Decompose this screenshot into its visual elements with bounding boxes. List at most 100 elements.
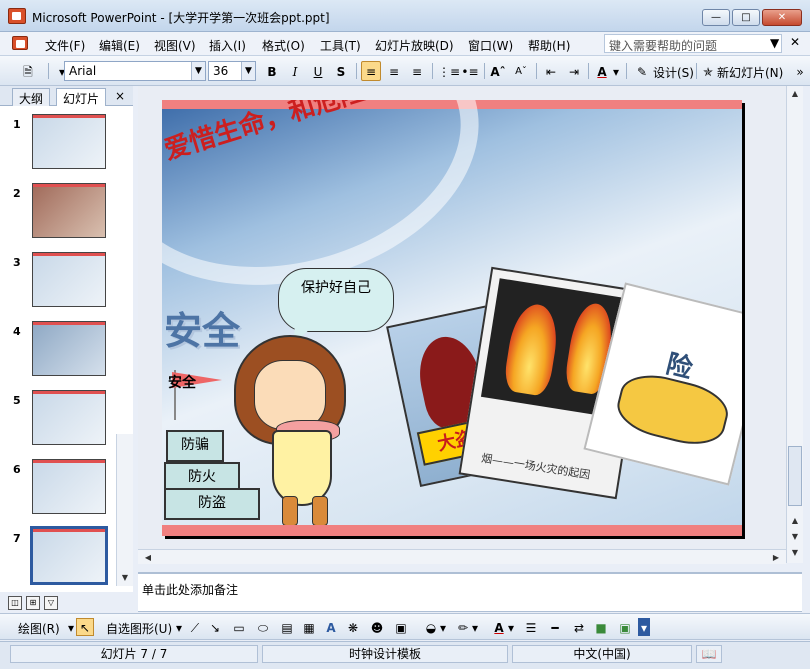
thumbnail-row[interactable]: 5 — [0, 388, 133, 448]
menu-file[interactable]: 文件(F) — [45, 37, 85, 54]
panel-scroll-down-icon[interactable]: ▼ — [117, 570, 133, 586]
tab-slides[interactable]: 幻灯片 — [56, 88, 107, 106]
draw-menu-button[interactable]: 绘图(R) — [18, 620, 60, 637]
3d-style-icon[interactable]: ▣ — [616, 618, 634, 636]
line-color-dropdown-icon[interactable]: ▾ — [470, 618, 480, 636]
arrow-tool-icon[interactable]: ↘ — [206, 618, 224, 636]
wordart-icon[interactable]: A — [322, 618, 340, 636]
slide-canvas[interactable]: 爱惜生命，和危险说拜拜！！！ 保护好自己 安全 安全 防骗 防火 防盗 大盗贼 … — [162, 100, 742, 536]
scroll-right-icon[interactable]: ▶ — [768, 550, 784, 566]
new-document-icon[interactable]: 🗎 — [18, 61, 38, 81]
menu-slideshow[interactable]: 幻灯片放映(D) — [375, 37, 454, 54]
align-center-icon[interactable]: ≡ — [384, 61, 404, 81]
vertical-textbox-icon[interactable]: ▦ — [300, 618, 318, 636]
thumbnail-row[interactable]: 3 — [0, 250, 133, 310]
picture-icon[interactable]: ▣ — [392, 618, 410, 636]
thumbnail-row[interactable]: 4 — [0, 319, 133, 379]
toolbar-overflow-icon[interactable]: » — [790, 61, 810, 81]
menu-view[interactable]: 视图(V) — [154, 37, 196, 54]
menu-help[interactable]: 帮助(H) — [528, 37, 570, 54]
spelling-status-icon[interactable]: 📖 — [696, 645, 722, 663]
arrow-style-icon[interactable]: ⇄ — [570, 618, 588, 636]
shadow-style-icon[interactable]: ■ — [592, 618, 610, 636]
close-button[interactable]: ✕ — [762, 9, 802, 26]
draw-font-color-dropdown-icon[interactable]: ▾ — [506, 618, 516, 636]
numbering-icon[interactable]: ⋮≡ — [437, 61, 460, 81]
bold-button[interactable]: B — [262, 61, 282, 81]
maximize-button[interactable]: □ — [732, 9, 760, 26]
thumbnail-row-selected[interactable]: 7 — [0, 526, 133, 586]
thumbnail-row[interactable]: 6 — [0, 457, 133, 517]
font-size-dropdown-icon[interactable]: ▼ — [241, 62, 255, 80]
scroll-up-icon[interactable]: ▲ — [787, 86, 803, 102]
shadow-button[interactable]: S — [331, 61, 351, 81]
font-name-field[interactable]: Arial ▼ — [64, 61, 206, 81]
notes-pane[interactable]: 单击此处添加备注 — [138, 572, 802, 612]
slide-thumbnail[interactable] — [32, 390, 106, 445]
italic-button[interactable]: I — [285, 61, 305, 81]
slide-thumbnail[interactable] — [32, 459, 106, 514]
line-style-icon[interactable]: ☰ — [522, 618, 540, 636]
scroll-thumb[interactable] — [788, 446, 802, 506]
scroll-down-page-icon[interactable]: ▼ — [787, 545, 803, 561]
oval-tool-icon[interactable]: ⬭ — [254, 618, 272, 636]
slide-thumbnail[interactable] — [32, 252, 106, 307]
menu-edit[interactable]: 编辑(E) — [99, 37, 140, 54]
line-tool-icon[interactable]: ⟋ — [186, 618, 204, 636]
dash-style-icon[interactable]: ━ — [546, 618, 564, 636]
normal-view-icon[interactable]: ◫ — [8, 596, 22, 610]
panel-close-icon[interactable]: × — [110, 86, 130, 104]
font-size-field[interactable]: 36 ▼ — [208, 61, 256, 81]
menu-format[interactable]: 格式(O) — [262, 37, 305, 54]
font-color-dropdown-icon[interactable]: ▾ — [610, 61, 622, 81]
document-icon[interactable] — [12, 36, 28, 50]
select-pointer-icon[interactable]: ↖ — [76, 618, 94, 636]
diagram-icon[interactable]: ❋ — [344, 618, 362, 636]
scroll-left-icon[interactable]: ◀ — [140, 550, 156, 566]
autoshapes-button[interactable]: 自选图形(U) — [106, 620, 172, 637]
help-dropdown-icon[interactable]: ▼ — [770, 36, 779, 50]
thumbnail-row[interactable]: 2 — [0, 181, 133, 241]
panel-scrollbar[interactable]: ▼ — [116, 434, 133, 586]
slide-thumbnail-selected[interactable] — [30, 526, 108, 585]
bullets-icon[interactable]: •≡ — [460, 61, 480, 81]
align-right-icon[interactable]: ≡ — [407, 61, 427, 81]
minimize-button[interactable]: — — [702, 9, 730, 26]
help-search-input[interactable]: 键入需要帮助的问题 — [604, 34, 782, 53]
increase-indent-icon[interactable]: ⇥ — [564, 61, 584, 81]
new-slide-button[interactable]: 新幻灯片(N) — [717, 64, 783, 81]
increase-font-icon[interactable]: Aˆ — [488, 61, 508, 81]
clipart-icon[interactable]: ☻ — [368, 618, 386, 636]
horizontal-scrollbar[interactable]: ◀ ▶ — [138, 549, 786, 564]
font-name-dropdown-icon[interactable]: ▼ — [191, 62, 205, 80]
fraud-prevention-box[interactable]: 防骗 — [166, 430, 224, 462]
thumbnail-row[interactable]: 1 — [0, 112, 133, 172]
safety-heading[interactable]: 安全 — [164, 300, 240, 355]
decrease-indent-icon[interactable]: ⇤ — [541, 61, 561, 81]
font-color-icon[interactable]: A — [592, 61, 612, 81]
new-slide-icon[interactable]: ✯ — [698, 61, 718, 81]
underline-button[interactable]: U — [308, 61, 328, 81]
theft-prevention-box[interactable]: 防盗 — [164, 488, 260, 520]
doc-close-icon[interactable]: ✕ — [790, 35, 800, 49]
rectangle-tool-icon[interactable]: ▭ — [230, 618, 248, 636]
main-vertical-scrollbar[interactable]: ▲ ▲ ▼ ▼ — [786, 86, 803, 563]
drawbar-overflow-icon[interactable]: ▾ — [638, 618, 650, 636]
menu-tools[interactable]: 工具(T) — [320, 37, 361, 54]
textbox-tool-icon[interactable]: ▤ — [278, 618, 296, 636]
design-button[interactable]: 设计(S) — [653, 64, 694, 81]
slide-thumbnail[interactable] — [32, 114, 106, 169]
slide-thumbnail[interactable] — [32, 183, 106, 238]
slide-thumbnail[interactable] — [32, 321, 106, 376]
slideshow-icon[interactable]: ▽ — [44, 596, 58, 610]
powerpoint-app-icon[interactable] — [8, 8, 26, 24]
menu-insert[interactable]: 插入(I) — [209, 37, 246, 54]
scroll-down-icon[interactable]: ▼ — [787, 529, 803, 545]
fill-color-dropdown-icon[interactable]: ▾ — [438, 618, 448, 636]
menu-window[interactable]: 窗口(W) — [468, 37, 513, 54]
align-left-icon[interactable]: ≡ — [361, 61, 381, 81]
design-icon[interactable]: ✎ — [632, 61, 652, 81]
tab-outline[interactable]: 大纲 — [12, 88, 51, 106]
decrease-font-icon[interactable]: Aˇ — [511, 61, 531, 81]
scroll-up-page-icon[interactable]: ▲ — [787, 513, 803, 529]
